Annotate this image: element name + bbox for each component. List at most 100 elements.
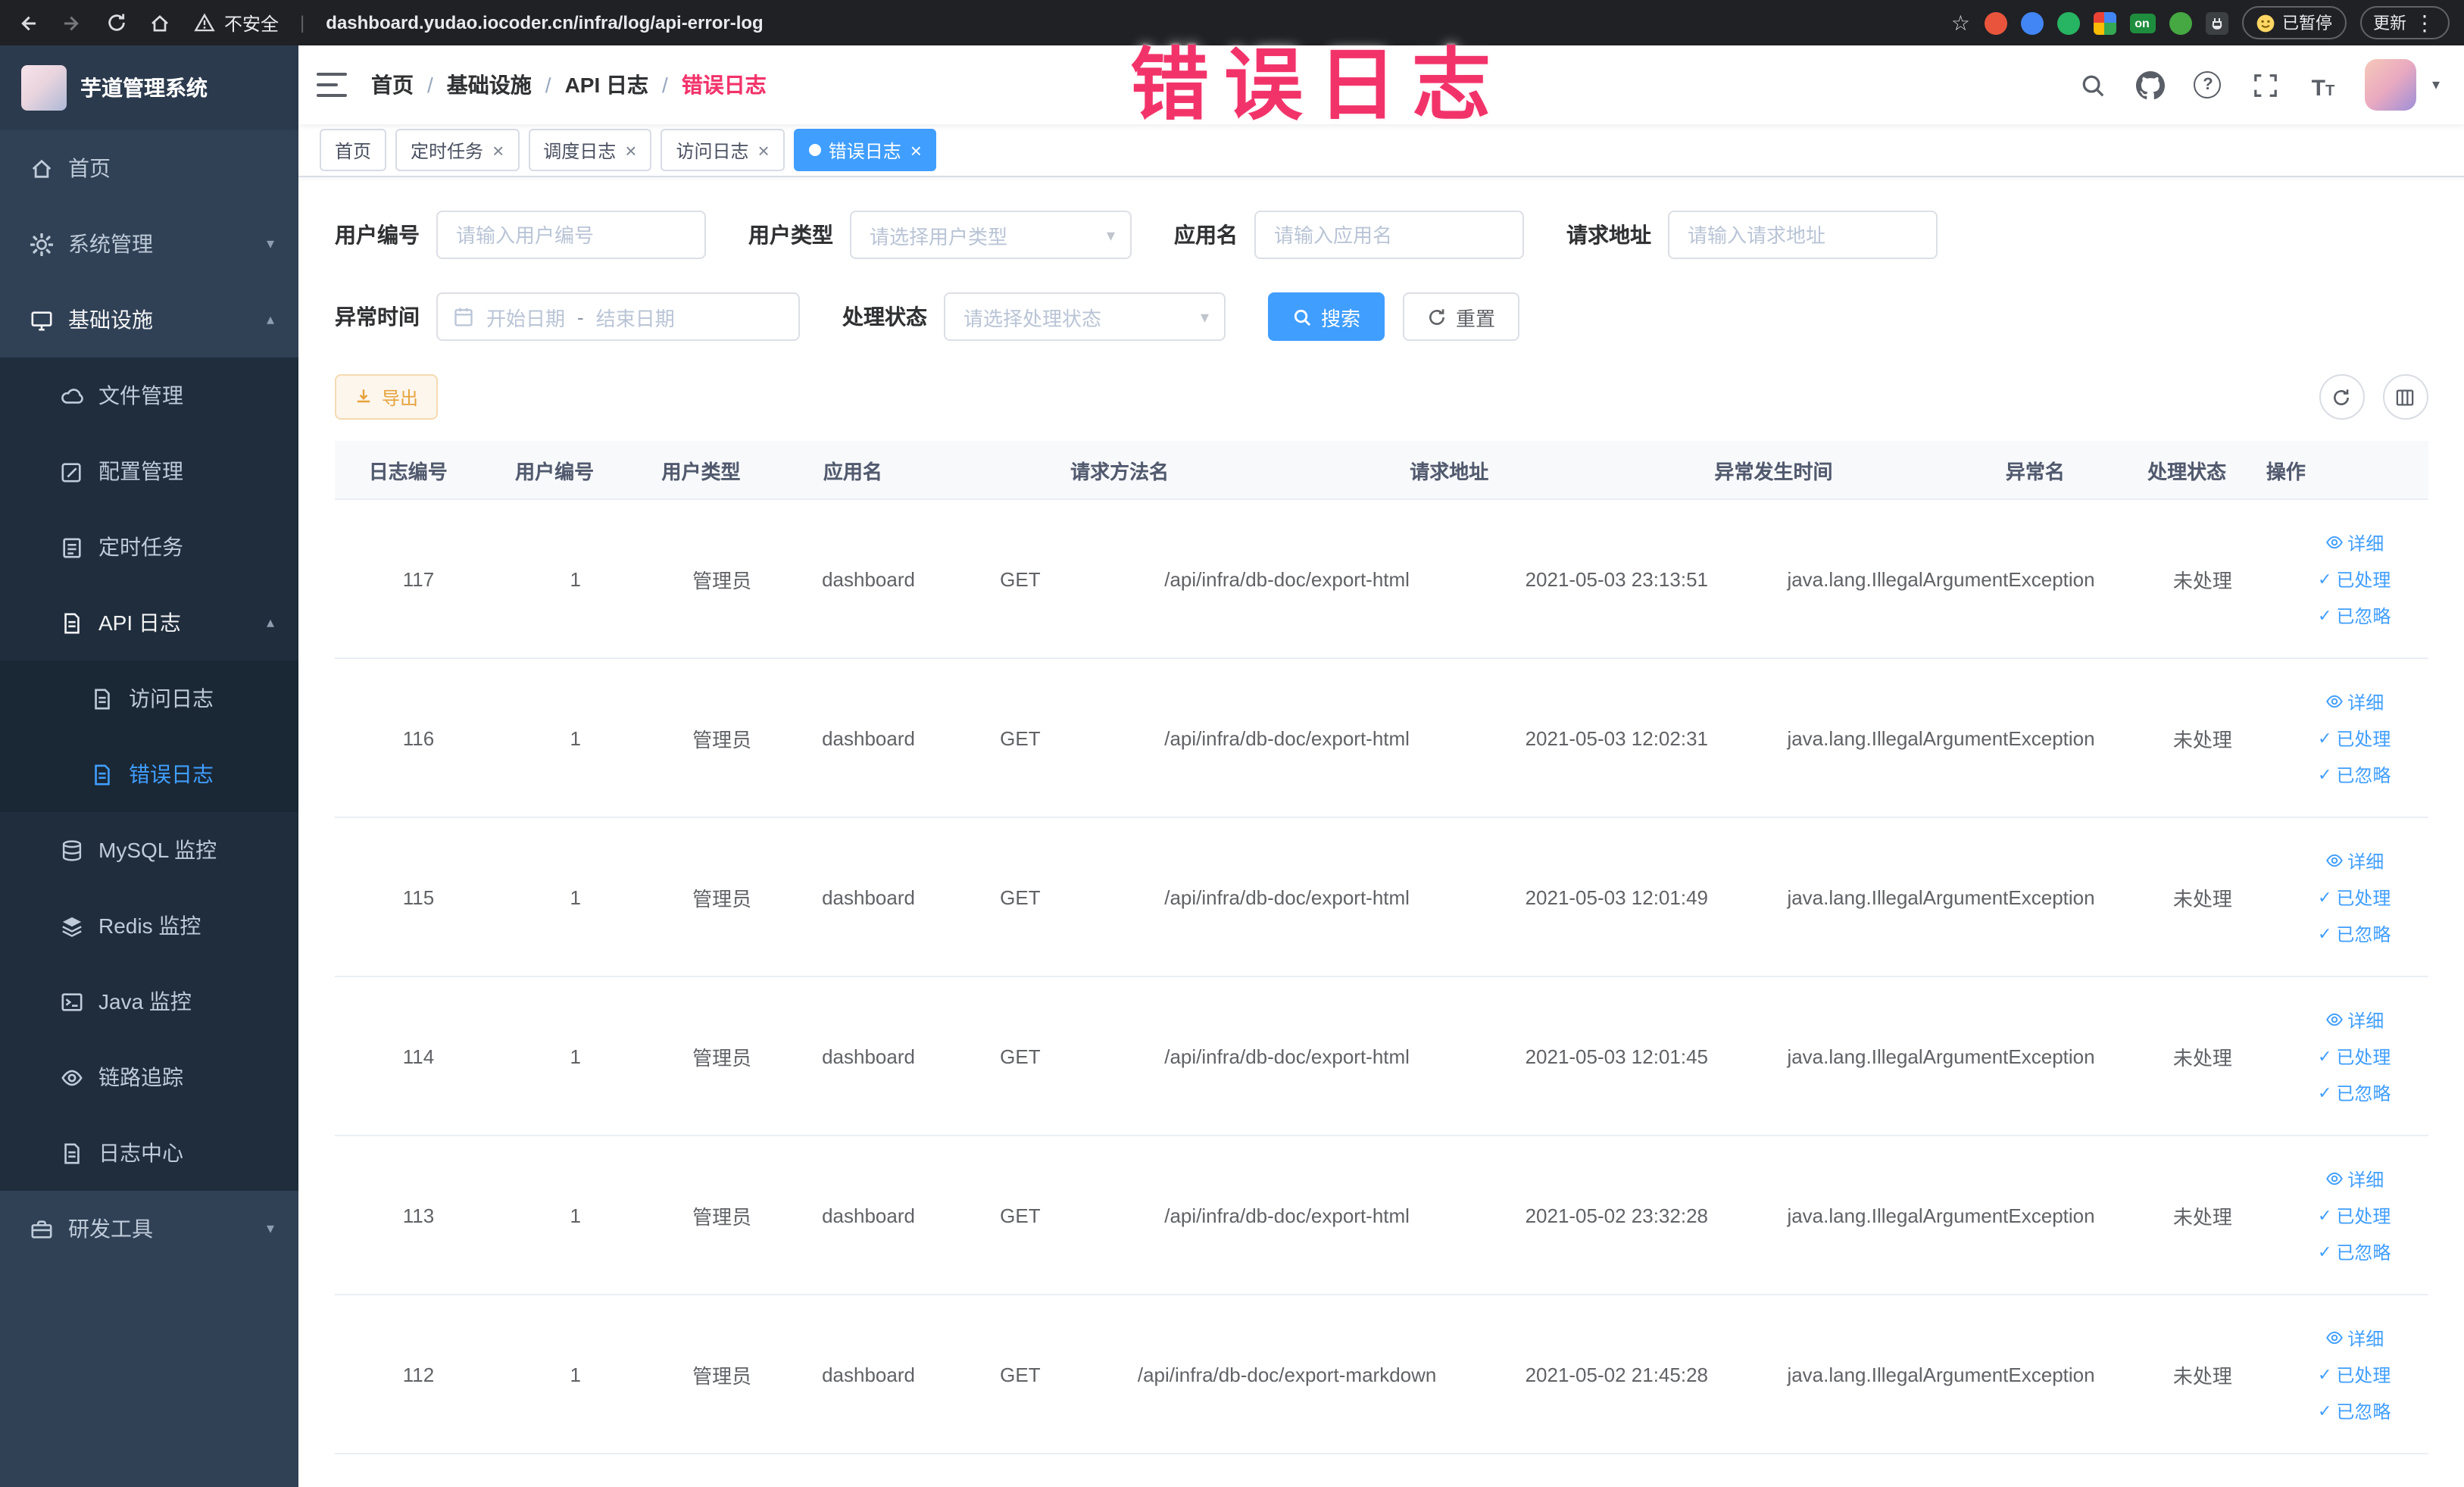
sidebar-item-trace[interactable]: 链路追踪 <box>0 1039 298 1115</box>
tag-job-log[interactable]: 调度日志 × <box>528 129 652 171</box>
reset-button[interactable]: 重置 <box>1403 292 1520 341</box>
avatar[interactable] <box>2365 59 2417 111</box>
cell-exception-time: 2021-05-02 23:32:28 <box>1525 1204 1708 1226</box>
breadcrumb-home[interactable]: 首页 <box>371 70 414 100</box>
cell-process-status: 未处理 <box>2172 569 2232 592</box>
github-icon[interactable] <box>2135 70 2166 100</box>
breadcrumb-separator: / <box>545 73 551 97</box>
sidebar-item-redis[interactable]: Redis 监控 <box>0 888 298 964</box>
url-text[interactable]: dashboard.yudao.iocoder.cn/infra/log/api… <box>326 12 1933 33</box>
exception-time-range-picker[interactable]: 开始日期 - 结束日期 <box>436 292 800 341</box>
check-icon: ✓ <box>2317 925 2332 943</box>
check-icon: ✓ <box>2317 1366 2332 1384</box>
tag-access-log[interactable]: 访问日志 × <box>661 129 785 171</box>
mark-ignored-link[interactable]: ✓ 已忽略 <box>2318 1239 2391 1264</box>
close-icon[interactable]: × <box>625 139 636 161</box>
mark-ignored-link[interactable]: ✓ 已忽略 <box>2318 1079 2391 1105</box>
sidebar-item-job[interactable]: 定时任务 <box>0 509 298 585</box>
mark-processed-link[interactable]: ✓ 已处理 <box>2318 725 2391 751</box>
browser-menu-icon[interactable]: ⋮ <box>2414 12 2435 33</box>
sidebar-item-config[interactable]: 配置管理 <box>0 433 298 509</box>
app-logo[interactable]: 芋道管理系统 <box>0 45 298 130</box>
font-size-icon[interactable]: TT <box>2308 70 2338 100</box>
extension-icon-green2[interactable] <box>2169 11 2191 34</box>
extension-icon-on[interactable]: on <box>2129 13 2155 33</box>
refresh-icon[interactable] <box>103 10 129 36</box>
search-icon[interactable] <box>2078 70 2108 100</box>
sidebar-menu: 首页 系统管理 ▾ 基础设施 ▴ 文件管理 配置管理 定时任务 API 日志 ▴… <box>0 130 298 1487</box>
sidebar: 芋道管理系统 首页 系统管理 ▾ 基础设施 ▴ 文件管理 配置管理 定时任务 A… <box>0 45 298 1487</box>
chevron-down-icon[interactable]: ▾ <box>2432 77 2440 93</box>
detail-link[interactable]: 详细 <box>2325 1007 2384 1032</box>
home-icon[interactable] <box>147 10 173 36</box>
detail-link[interactable]: 详细 <box>2325 689 2384 714</box>
request-url-input[interactable] <box>1668 211 1938 259</box>
mark-ignored-link[interactable]: ✓ 已忽略 <box>2318 920 2391 946</box>
extension-icon-green[interactable] <box>2056 11 2079 34</box>
fullscreen-icon[interactable] <box>2250 70 2281 100</box>
script-paused-badge[interactable]: 已暂停 <box>2241 6 2346 39</box>
user-type-select[interactable]: 请选择用户类型 ▾ <box>850 211 1132 259</box>
sidebar-item-api-log[interactable]: API 日志 ▴ <box>0 585 298 661</box>
export-button[interactable]: 导出 <box>335 374 439 420</box>
eye-icon <box>2325 854 2343 867</box>
security-warning[interactable]: 不安全 <box>191 10 279 36</box>
tag-job[interactable]: 定时任务 × <box>395 129 520 171</box>
breadcrumb-infra[interactable]: 基础设施 <box>447 70 532 100</box>
mark-processed-link[interactable]: ✓ 已处理 <box>2318 1202 2391 1228</box>
mark-ignored-link[interactable]: ✓ 已忽略 <box>2318 1398 2391 1423</box>
extension-icon-blue[interactable] <box>2020 11 2043 34</box>
mark-ignored-link[interactable]: ✓ 已忽略 <box>2318 602 2391 628</box>
forward-icon[interactable] <box>59 10 85 36</box>
breadcrumb-api-log[interactable]: API 日志 <box>565 70 648 100</box>
sidebar-item-java[interactable]: Java 监控 <box>0 964 298 1039</box>
cell-user-id: 1 <box>570 1045 581 1067</box>
close-icon[interactable]: × <box>758 139 770 161</box>
sidebar-item-file[interactable]: 文件管理 <box>0 358 298 433</box>
sidebar-item-log-center[interactable]: 日志中心 <box>0 1115 298 1191</box>
detail-link[interactable]: 详细 <box>2325 530 2384 555</box>
detail-link[interactable]: 详细 <box>2325 1325 2384 1351</box>
mark-processed-link[interactable]: ✓ 已处理 <box>2318 1043 2391 1069</box>
search-button[interactable]: 搜索 <box>1268 292 1385 341</box>
back-icon[interactable] <box>15 10 41 36</box>
column-header: 日志编号 <box>368 460 448 483</box>
extension-icon-plug[interactable] <box>2205 11 2228 34</box>
mark-processed-link[interactable]: ✓ 已处理 <box>2318 884 2391 910</box>
sidebar-item-error-log[interactable]: 错误日志 <box>0 736 298 812</box>
sidebar-item-infra[interactable]: 基础设施 ▴ <box>0 282 298 358</box>
extension-icon-grid[interactable] <box>2093 11 2116 34</box>
mark-ignored-link[interactable]: ✓ 已忽略 <box>2318 761 2391 787</box>
user-id-input[interactable] <box>436 211 706 259</box>
cell-exception-name: java.lang.IllegalArgumentException <box>1787 886 2095 908</box>
column-settings-button[interactable] <box>2382 374 2428 420</box>
detail-link[interactable]: 详细 <box>2325 1166 2384 1192</box>
check-icon: ✓ <box>2317 607 2332 625</box>
tag-home[interactable]: 首页 <box>320 129 387 171</box>
mark-processed-link[interactable]: ✓ 已处理 <box>2318 1361 2391 1387</box>
close-icon[interactable]: × <box>492 139 504 161</box>
filter-label-user-id: 用户编号 <box>335 223 420 247</box>
process-status-select[interactable]: 请选择处理状态 ▾ <box>944 292 1226 341</box>
browser-update-button[interactable]: 更新 ⋮ <box>2359 6 2449 39</box>
mark-processed-link[interactable]: ✓ 已处理 <box>2318 566 2391 592</box>
security-warning-label: 不安全 <box>224 13 280 34</box>
cell-log-id: 116 <box>402 726 435 749</box>
sidebar-item-access-log[interactable]: 访问日志 <box>0 661 298 736</box>
detail-link[interactable]: 详细 <box>2325 848 2384 873</box>
refresh-list-button[interactable] <box>2319 374 2364 420</box>
hamburger-icon[interactable] <box>317 73 347 97</box>
extension-icon-red[interactable] <box>1984 11 2006 34</box>
close-icon[interactable]: × <box>910 139 922 161</box>
bookmark-star-icon[interactable]: ☆ <box>1951 12 1970 33</box>
sidebar-item-home[interactable]: 首页 <box>0 130 298 206</box>
app-name-input[interactable] <box>1254 211 1524 259</box>
sidebar-item-system[interactable]: 系统管理 ▾ <box>0 206 298 282</box>
sidebar-item-dev-tools[interactable]: 研发工具 ▾ <box>0 1191 298 1267</box>
help-icon[interactable]: ? <box>2193 70 2223 100</box>
cell-app-name: dashboard <box>822 886 915 908</box>
tag-error-log[interactable]: 错误日志 × <box>793 129 937 171</box>
cell-request-url: /api/infra/db-doc/export-html <box>1164 886 1410 908</box>
chevron-up-icon: ▴ <box>266 311 274 328</box>
sidebar-item-mysql[interactable]: MySQL 监控 <box>0 812 298 888</box>
